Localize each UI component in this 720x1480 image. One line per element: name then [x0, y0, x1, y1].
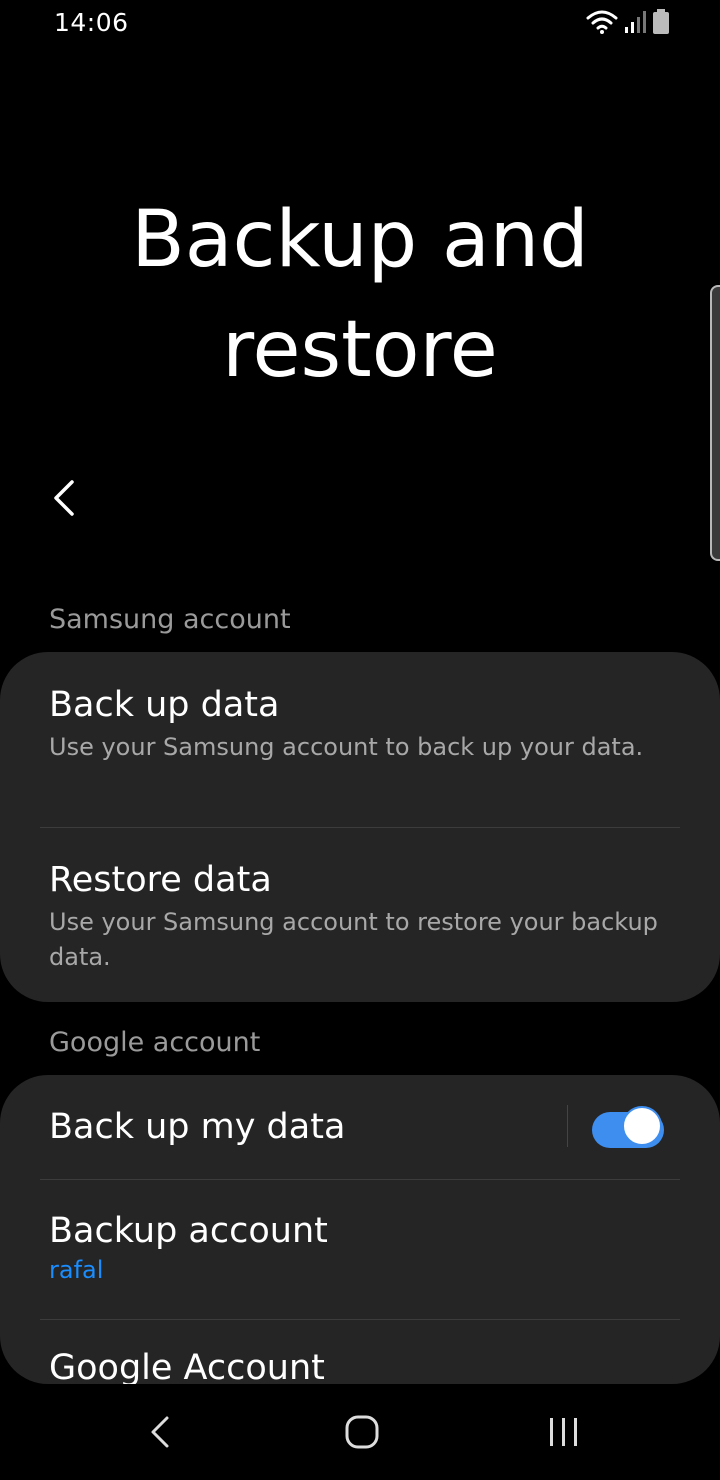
item-title: Backup account: [49, 1211, 328, 1251]
samsung-account-card: Back up data Use your Samsung account to…: [0, 652, 720, 1002]
item-title: Back up my data: [49, 1107, 346, 1147]
item-subtitle: Use your Samsung account to back up your…: [49, 733, 644, 761]
edge-panel-handle[interactable]: [710, 285, 720, 561]
page-title: Backup and restore: [131, 195, 589, 395]
navigation-bar: [0, 1384, 720, 1480]
signal-icon: [624, 10, 646, 38]
nav-back-button[interactable]: [130, 1404, 190, 1464]
wifi-icon: [586, 9, 618, 39]
recents-icon: [547, 1415, 581, 1453]
item-title: Google Account: [49, 1348, 325, 1384]
backup-account-value: rafal: [49, 1256, 104, 1284]
back-icon: [148, 1414, 172, 1454]
status-bar: 14:06: [0, 0, 720, 50]
divider: [40, 827, 680, 828]
list-item-backup-account[interactable]: Backup account rafal: [49, 1210, 680, 1286]
divider: [40, 1179, 680, 1180]
battery-icon: [652, 9, 670, 39]
item-title: Back up data: [49, 685, 280, 725]
chevron-left-icon: [50, 478, 78, 522]
back-up-my-data-toggle[interactable]: [592, 1104, 666, 1148]
list-item-google-account[interactable]: Google Account: [49, 1347, 680, 1384]
google-account-card: Back up my data Backup account rafal Goo…: [0, 1075, 720, 1384]
status-time: 14:06: [54, 8, 129, 37]
nav-home-button[interactable]: [332, 1404, 392, 1464]
list-item-back-up-data[interactable]: Back up data Use your Samsung account to…: [49, 684, 680, 765]
section-header-google: Google account: [49, 1027, 261, 1058]
item-subtitle: Use your Samsung account to restore your…: [49, 908, 658, 971]
back-button[interactable]: [38, 474, 90, 526]
item-title: Restore data: [49, 860, 272, 900]
list-item-restore-data[interactable]: Restore data Use your Samsung account to…: [49, 859, 680, 975]
nav-recents-button[interactable]: [534, 1404, 594, 1464]
divider: [40, 1319, 680, 1320]
section-header-samsung: Samsung account: [49, 604, 291, 635]
status-icons: [586, 9, 670, 39]
list-item-back-up-my-data[interactable]: Back up my data: [49, 1106, 540, 1148]
toggle-knob: [622, 1106, 662, 1146]
home-icon: [344, 1414, 380, 1454]
toggle-separator: [567, 1105, 568, 1147]
